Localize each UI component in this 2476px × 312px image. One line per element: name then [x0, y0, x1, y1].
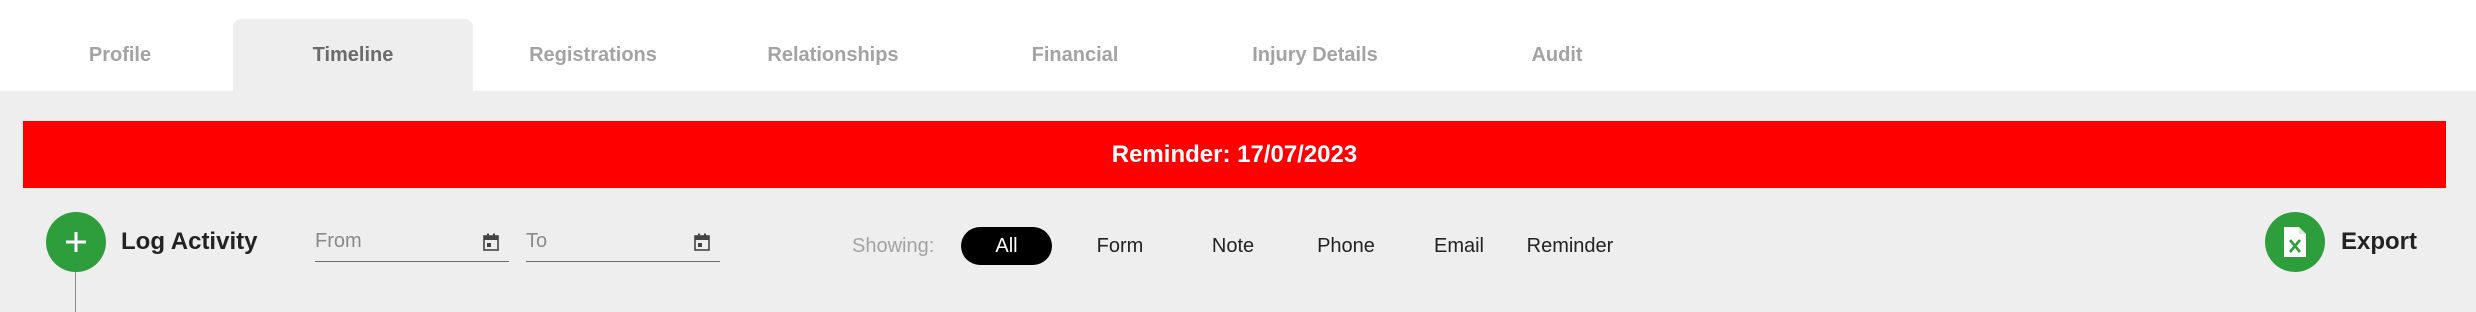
tab-financial[interactable]: Financial	[955, 19, 1195, 91]
tab-relationships[interactable]: Relationships	[713, 19, 953, 91]
excel-file-icon	[2284, 227, 2306, 257]
tab-label: Registrations	[529, 43, 657, 66]
to-date-placeholder: To	[526, 230, 548, 252]
export-button[interactable]	[2265, 212, 2325, 272]
log-activity-label[interactable]: Log Activity	[121, 228, 257, 256]
filter-phone-chip[interactable]: Phone	[1304, 227, 1388, 265]
chip-label: Form	[1096, 234, 1144, 257]
tab-label: Profile	[88, 43, 152, 66]
from-date-field[interactable]: From	[315, 222, 509, 262]
tab-timeline[interactable]: Timeline	[233, 19, 473, 91]
to-date-field[interactable]: To	[526, 222, 720, 262]
tab-label: Injury Details	[1252, 43, 1378, 66]
filter-note-chip[interactable]: Note	[1198, 227, 1268, 265]
filter-form-chip[interactable]: Form	[1084, 227, 1156, 265]
calendar-icon[interactable]	[483, 233, 499, 251]
plus-icon	[66, 232, 86, 252]
tab-injury-details[interactable]: Injury Details	[1195, 19, 1435, 91]
log-activity-button[interactable]	[46, 212, 106, 272]
tab-registrations[interactable]: Registrations	[473, 19, 713, 91]
reminder-text: Reminder: 17/07/2023	[1111, 140, 1358, 168]
filter-all-chip[interactable]: All	[961, 227, 1052, 265]
tab-label: Timeline	[312, 43, 394, 66]
tab-label: Relationships	[767, 43, 899, 66]
timeline-panel: Reminder: 17/07/2023 Log Activity From T…	[0, 91, 2476, 312]
tab-profile[interactable]: Profile	[0, 19, 240, 91]
calendar-icon[interactable]	[694, 233, 710, 251]
filter-reminder-chip[interactable]: Reminder	[1518, 227, 1622, 265]
chip-label: Note	[1211, 234, 1255, 257]
tab-label: Audit	[1531, 43, 1583, 66]
filter-email-chip[interactable]: Email	[1424, 227, 1494, 265]
tab-label: Financial	[1031, 43, 1119, 66]
showing-label: Showing:	[852, 235, 935, 257]
from-date-placeholder: From	[315, 230, 362, 252]
chip-label: Email	[1433, 234, 1484, 257]
chip-label: All	[995, 234, 1018, 257]
chip-label: Reminder	[1526, 234, 1614, 257]
timeline-connector	[75, 272, 76, 312]
chip-label: Phone	[1317, 234, 1375, 257]
tab-bar: Profile Timeline Registrations Relations…	[0, 0, 2476, 91]
tab-audit[interactable]: Audit	[1437, 19, 1677, 91]
export-label[interactable]: Export	[2341, 228, 2417, 256]
reminder-banner: Reminder: 17/07/2023	[23, 121, 2446, 188]
